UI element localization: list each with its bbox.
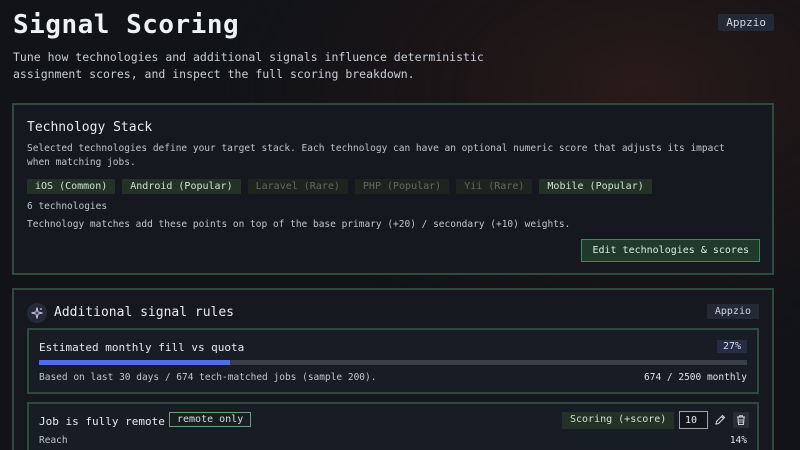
technology-stack-title: Technology Stack [27,120,153,135]
edit-technologies-button[interactable]: Edit technologies & scores [581,239,760,262]
fill-title: Estimated monthly fill vs quota [39,341,245,354]
fill-progress-track [39,360,747,365]
pencil-icon[interactable] [712,412,728,428]
rule-title: Job is fully remote [39,415,165,428]
technology-stack-card: Technology Stack Selected technologies d… [12,103,774,275]
signal-rule-remote: Job is fully remote remote only Scoring … [27,402,759,450]
fill-quota: 674 / 2500 monthly [644,372,747,383]
rule-tag: remote only [169,412,252,427]
fill-percent-badge: 27% [716,340,747,353]
additional-signals-card: Additional signal rules Appzio Estimated… [12,288,774,450]
fill-progress-bar [39,360,231,365]
scoring-mode-select[interactable]: Scoring (+score) [562,412,675,429]
monthly-fill-panel: Estimated monthly fill vs quota 27% Base… [27,328,759,394]
technology-weights-note: Technology matches add these points on t… [27,219,571,230]
tech-chip-ios: iOS (Common) [27,179,116,194]
signal-rules-badge: Appzio [706,304,759,319]
reach-label: Reach [39,435,68,446]
technology-count: 6 technologies [27,201,108,212]
technology-chips: iOS (Common) Android (Popular) Laravel (… [27,179,652,194]
reach-value: 14% [729,435,747,446]
page-title: Signal Scoring [13,10,240,40]
tech-chip-laravel: Laravel (Rare) [247,179,348,194]
tech-chip-yii: Yii (Rare) [456,179,533,194]
fill-footnote: Based on last 30 days / 674 tech-matched… [39,372,377,383]
page-subtitle: Tune how technologies and additional sig… [13,50,484,81]
tech-chip-php: PHP (Popular) [354,179,450,194]
tech-chip-mobile: Mobile (Popular) [539,179,652,194]
sparkle-icon [27,303,47,323]
tech-chip-android: Android (Popular) [122,179,241,194]
score-input[interactable] [679,411,708,429]
signal-rules-title: Additional signal rules [54,305,235,320]
technology-stack-description: Selected technologies define your target… [27,143,725,168]
trash-icon[interactable] [733,412,749,428]
workspace-badge: Appzio [718,14,774,31]
